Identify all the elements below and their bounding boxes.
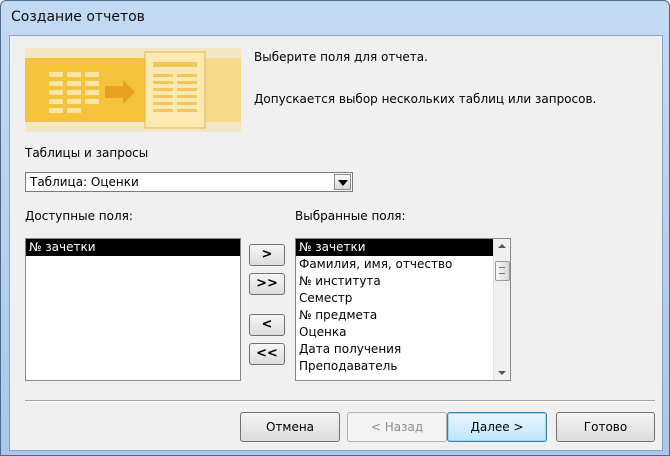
list-item[interactable]: Оценка (296, 324, 510, 341)
list-item[interactable]: № предмета (296, 307, 510, 324)
scroll-down-icon[interactable] (498, 371, 506, 375)
intro-subtext: Допускается выбор нескольких таблиц или … (254, 92, 597, 106)
footer-divider (25, 400, 655, 402)
list-item[interactable]: № института (296, 273, 510, 290)
back-button[interactable]: < Назад (347, 412, 447, 442)
tables-queries-label: Таблицы и запросы (25, 146, 149, 160)
list-item[interactable]: Преподаватель (296, 358, 510, 375)
next-button[interactable]: Далее > (447, 412, 547, 442)
list-item[interactable]: № зачетки (26, 239, 240, 256)
remove-field-button[interactable]: < (249, 314, 285, 336)
list-item[interactable]: Семестр (296, 290, 510, 307)
tables-queries-combo[interactable]: Таблица: Оценки (25, 172, 353, 192)
report-wizard-window: Создание отчетов Выберите поля для отчет… (0, 0, 670, 456)
remove-all-fields-button[interactable]: << (249, 343, 285, 365)
list-item[interactable]: Фамилия, имя, отчество (296, 256, 510, 273)
list-item[interactable]: № зачетки (296, 239, 493, 256)
available-fields-label: Доступные поля: (25, 209, 133, 223)
combo-selected-value: Таблица: Оценки (30, 175, 139, 189)
window-title: Создание отчетов (11, 9, 145, 25)
wizard-banner-graphic (25, 48, 241, 132)
list-item[interactable]: Дата получения (296, 341, 510, 358)
title-bar[interactable]: Создание отчетов (1, 1, 669, 35)
available-fields-list[interactable]: № зачетки (25, 238, 241, 381)
selected-fields-label: Выбранные поля: (295, 209, 406, 223)
combo-dropdown-icon[interactable] (334, 174, 351, 190)
add-all-fields-button[interactable]: >> (249, 273, 285, 295)
selected-fields-scrollbar[interactable] (493, 239, 510, 380)
finish-button[interactable]: Готово (556, 412, 655, 442)
scroll-up-icon[interactable] (498, 244, 506, 248)
intro-heading: Выберите поля для отчета. (254, 50, 428, 64)
cancel-button[interactable]: Отмена (240, 412, 340, 442)
wizard-banner-image (25, 48, 241, 132)
selected-fields-list[interactable]: № зачетки Фамилия, имя, отчество № инсти… (295, 238, 511, 381)
wizard-body: Выберите поля для отчета. Допускается вы… (9, 35, 663, 451)
scroll-thumb[interactable] (495, 261, 510, 281)
add-field-button[interactable]: > (249, 244, 285, 266)
